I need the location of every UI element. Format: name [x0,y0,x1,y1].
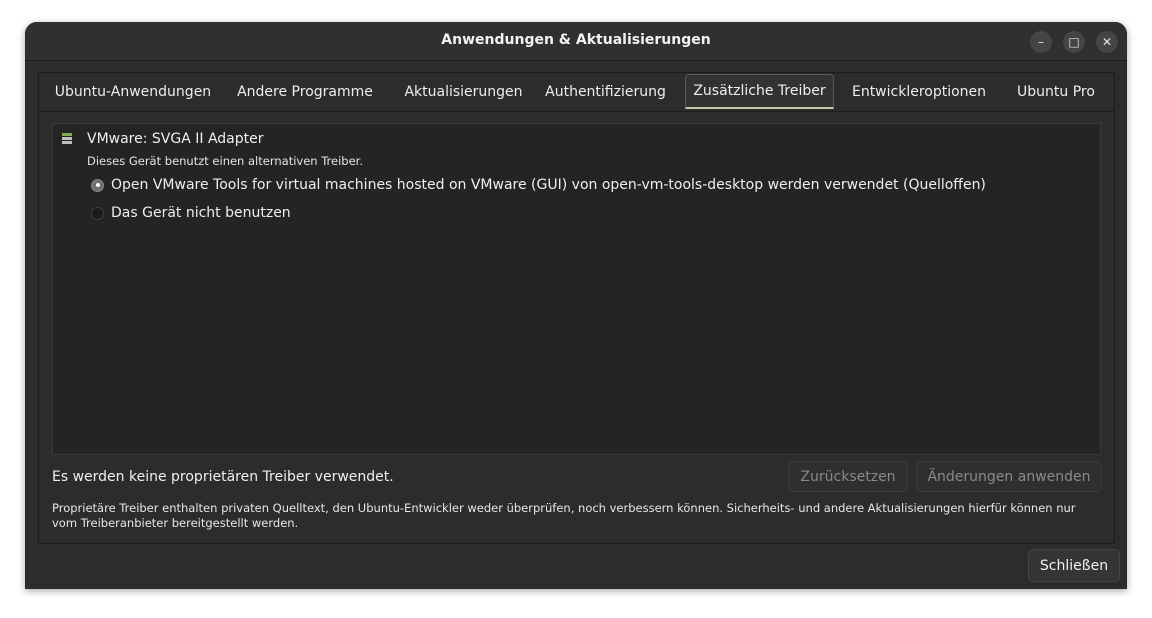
software-updates-window: Anwendungen & Aktualisierungen – □ ✕ Ubu… [25,22,1127,589]
tab-additional-drivers[interactable]: Zusätzliche Treiber [685,74,834,109]
tab-ubuntu-software[interactable]: Ubuntu-Anwendungen [47,75,219,109]
radio-unselected-icon[interactable] [91,206,104,220]
tab-bar: Ubuntu-Anwendungen Andere Programme Aktu… [39,73,1114,112]
tab-developer-options[interactable]: Entwickleroptionen [843,75,995,109]
driver-option-label: Das Gerät nicht benutzen [111,205,291,221]
proprietary-driver-note: Proprietäre Treiber enthalten privaten Q… [52,501,1076,530]
title-bar[interactable]: Anwendungen & Aktualisierungen – □ ✕ [25,22,1127,61]
device-description: Dieses Gerät benutzt einen alternativen … [87,154,364,168]
tab-authentication[interactable]: Authentifizierung [539,75,672,109]
driver-option-label: Open VMware Tools for virtual machines h… [111,177,986,193]
minimize-icon: – [1038,35,1044,49]
driver-option-open-vm-tools[interactable]: Open VMware Tools for virtual machines h… [91,175,986,195]
graphics-card-icon [62,133,72,144]
close-window-button[interactable]: ✕ [1096,31,1118,53]
tab-updates[interactable]: Aktualisierungen [391,75,536,109]
tab-notebook: Ubuntu-Anwendungen Andere Programme Aktu… [38,72,1115,544]
device-name: VMware: SVGA II Adapter [87,131,264,147]
window-title: Anwendungen & Aktualisierungen [441,32,711,48]
tab-other-software[interactable]: Andere Programme [227,75,383,109]
tab-ubuntu-pro[interactable]: Ubuntu Pro [1005,75,1107,109]
apply-changes-button[interactable]: Änderungen anwenden [916,461,1102,492]
minimize-button[interactable]: – [1030,31,1052,53]
radio-selected-icon[interactable] [91,178,104,192]
driver-list: VMware: SVGA II Adapter Dieses Gerät ben… [52,123,1101,455]
close-icon: ✕ [1101,35,1113,49]
maximize-icon: □ [1068,35,1080,49]
driver-status-text: Es werden keine proprietären Treiber ver… [52,469,394,485]
driver-option-do-not-use[interactable]: Das Gerät nicht benutzen [91,203,291,223]
reset-button[interactable]: Zurücksetzen [788,461,908,492]
close-button[interactable]: Schließen [1028,549,1120,582]
maximize-button[interactable]: □ [1063,31,1085,53]
